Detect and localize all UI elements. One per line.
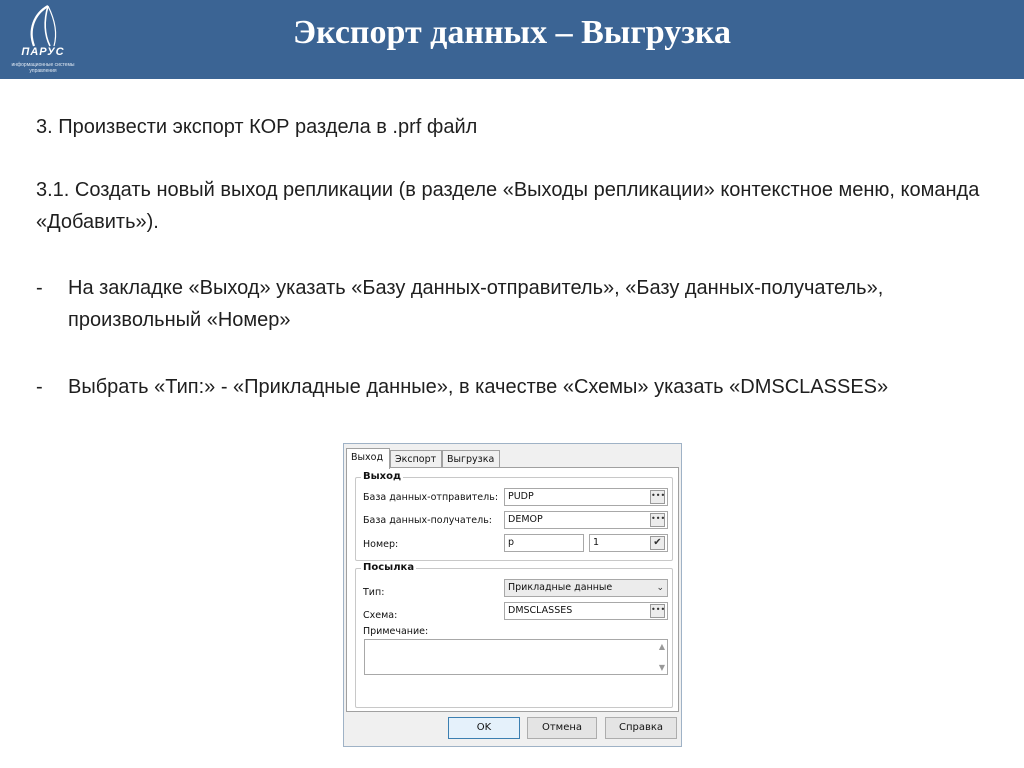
group-output-title: Выход	[361, 471, 404, 482]
step-3-1-text: 3.1. Создать новый выход репликации (в р…	[36, 179, 980, 233]
chevron-down-icon: ⌄	[656, 583, 664, 593]
cancel-button[interactable]: Отмена	[527, 717, 597, 739]
sender-db-browse-button[interactable]: •••	[650, 490, 665, 504]
receiver-db-value: DEMOP	[508, 514, 543, 525]
schema-browse-button[interactable]: •••	[650, 604, 665, 618]
parus-logo: ПАРУС информационные системы управления	[4, 2, 82, 76]
type-value: Прикладные данные	[508, 582, 613, 593]
logo-text: ПАРУС	[21, 46, 65, 58]
group-package: Посылка Тип: Прикладные данные ⌄ Схема: …	[355, 562, 673, 708]
slide-title: Экспорт данных – Выгрузка	[293, 14, 731, 51]
group-package-title: Посылка	[361, 562, 417, 573]
bullet-2-text: Выбрать «Тип:» - «Прикладные данные», в …	[68, 376, 889, 398]
tab-panel-output: Выход База данных-отправитель: PUDP ••• …	[346, 467, 679, 712]
ok-button[interactable]: OK	[448, 717, 520, 739]
scroll-down-icon[interactable]: ▼	[659, 663, 665, 672]
sender-db-label: База данных-отправитель:	[363, 492, 499, 503]
tab-export[interactable]: Экспорт	[390, 450, 442, 468]
checkmark-icon[interactable]: ✔	[650, 536, 665, 550]
logo-subtitle: информационные системы управления	[11, 62, 75, 74]
receiver-db-browse-button[interactable]: •••	[650, 513, 665, 527]
schema-field[interactable]: DMSCLASSES	[504, 602, 668, 620]
step-3-text: 3. Произвести экспорт КОР раздела в .prf…	[36, 116, 478, 138]
bullet-dash: -	[36, 376, 43, 398]
title-bar: ПАРУС информационные системы управления …	[0, 0, 1024, 79]
sail-logo-icon	[30, 5, 57, 47]
type-label: Тип:	[363, 587, 385, 598]
note-label: Примечание:	[363, 626, 429, 637]
receiver-db-label: База данных-получатель:	[363, 515, 492, 526]
note-textarea[interactable]: ▲ ▼	[364, 639, 668, 675]
schema-value: DMSCLASSES	[508, 605, 573, 616]
number-prefix-field[interactable]: p	[504, 534, 584, 552]
replication-output-dialog: Выход Экспорт Выгрузка Выход База данных…	[343, 443, 682, 747]
number-value: 1	[593, 537, 600, 548]
schema-label: Схема:	[363, 610, 398, 621]
sender-db-value: PUDP	[508, 491, 534, 502]
receiver-db-field[interactable]: DEMOP	[504, 511, 668, 529]
type-select[interactable]: Прикладные данные ⌄	[504, 579, 668, 597]
tab-output[interactable]: Выход	[346, 448, 390, 469]
tab-upload[interactable]: Выгрузка	[442, 450, 500, 468]
help-button[interactable]: Справка	[605, 717, 677, 739]
number-label: Номер:	[363, 539, 399, 550]
bullet-1-text: На закладке «Выход» указать «Базу данных…	[68, 277, 884, 331]
bullet-dash: -	[36, 277, 43, 299]
scroll-up-icon[interactable]: ▲	[659, 642, 665, 651]
sender-db-field[interactable]: PUDP	[504, 488, 668, 506]
number-prefix-value: p	[508, 537, 515, 548]
group-output: Выход База данных-отправитель: PUDP ••• …	[355, 471, 673, 561]
